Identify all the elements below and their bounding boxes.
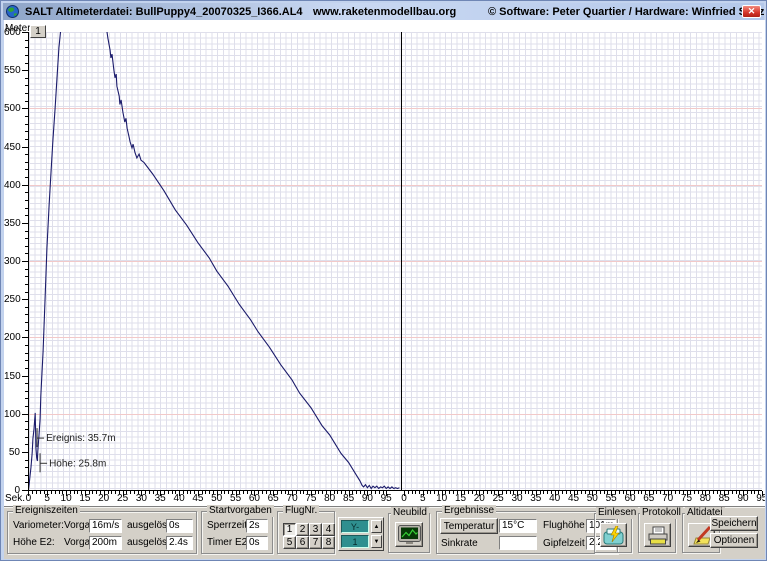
hoehe-e2-ausgeloest-field[interactable]: 2.4s — [166, 536, 193, 550]
flight-number-button-5[interactable]: 5 — [283, 536, 296, 549]
flight-number-buttons: 1234 5678 — [283, 523, 337, 549]
optionen-button-label: Optionen — [714, 535, 755, 546]
group-caption: Startvorgaben — [207, 505, 274, 517]
hoehe-e2-label: Höhe E2: — [13, 537, 55, 549]
yzoom-value: 1 — [341, 535, 369, 548]
temperatur-field[interactable]: 15°C — [499, 519, 537, 533]
app-globe-icon — [6, 5, 19, 18]
altitude-curve-svg: Ereignis: 35.7m Höhe: 25.8m — [4, 20, 765, 506]
arrow-down-icon: ▼ — [374, 539, 380, 545]
flight-number-button-2[interactable]: 2 — [296, 523, 309, 536]
gipfelzeit-label: Gipfelzeit — [543, 538, 585, 550]
group-ereigniszeiten: Ereigniszeiten Variometer: Vorgabe 16m/s… — [7, 511, 197, 554]
group-caption: FlugNr. — [283, 505, 319, 517]
sinkrate-label: Sinkrate — [441, 538, 478, 550]
yzoom-down-button[interactable]: ▼ — [371, 535, 382, 548]
speichern-button-label: Speichern — [711, 518, 756, 529]
flight-number-button-1[interactable]: 1 — [283, 523, 296, 536]
flight-number-button-3[interactable]: 3 — [309, 523, 322, 536]
app-window: SALT Altimeterdatei: BullPuppy4_20070325… — [0, 0, 767, 561]
ausgeloest-label: ausgelöst — [127, 537, 170, 549]
sperrzeit-field[interactable]: 2s — [246, 519, 268, 533]
group-einlesen: Einlesen — [594, 513, 632, 553]
group-caption: Einlesen — [596, 507, 638, 519]
ausgeloest-label: ausgelöst — [127, 520, 170, 532]
neubild-button[interactable] — [395, 522, 423, 547]
arrow-up-icon: ▲ — [374, 524, 380, 530]
timer-e2-field[interactable]: 0s — [246, 536, 268, 550]
group-caption: Ereigniszeiten — [13, 505, 80, 517]
group-neubild: Neubild — [388, 513, 430, 553]
group-startvorgaben: Startvorgaben Sperrzeit 2s Timer E2 0s — [201, 511, 273, 554]
altitude-curve — [28, 20, 399, 490]
temperatur-button-label: Temperatur — [444, 521, 495, 532]
group-caption: Protokoll — [640, 507, 683, 519]
control-panel: Ereigniszeiten Variometer: Vorgabe 16m/s… — [4, 506, 765, 559]
variometer-ausgeloest-field[interactable]: 0s — [166, 519, 193, 533]
optionen-button[interactable]: Optionen — [710, 533, 758, 548]
timer-e2-label: Timer E2 — [207, 537, 247, 549]
group-caption: Ergebnisse — [442, 505, 496, 517]
flight-number-button-6[interactable]: 6 — [296, 536, 309, 549]
printer-icon — [647, 526, 669, 545]
yzoom-label: Y-zoom — [341, 520, 369, 533]
flight-number-button-8[interactable]: 8 — [322, 536, 335, 549]
window-title: SALT Altimeterdatei: BullPuppy4_20070325… — [25, 6, 303, 18]
screen-redraw-icon — [398, 525, 421, 544]
flight-number-button-4[interactable]: 4 — [322, 523, 335, 536]
hoehe-e2-vorgabe-field[interactable]: 200m — [89, 536, 122, 550]
event-annotation-1: Höhe: 25.8m — [49, 458, 106, 469]
protokoll-button[interactable] — [644, 523, 671, 547]
sperrzeit-label: Sperrzeit — [207, 520, 247, 532]
flughoehe-label: Flughöhe — [543, 520, 585, 532]
group-ergebnisse: Ergebnisse Temperatur 15°C Flughöhe 101m… — [436, 511, 618, 554]
title-website: www.raketenmodellbau.org — [313, 6, 456, 18]
title-credits: © Software: Peter Quartier / Hardware: W… — [488, 6, 764, 18]
close-icon: ✕ — [748, 6, 756, 16]
event-annotation-0: Ereignis: 35.7m — [46, 433, 115, 444]
einlesen-button[interactable] — [600, 523, 627, 547]
altitude-chart: 0501001502002503003504004505005506000510… — [4, 20, 765, 506]
flight-number-button-7[interactable]: 7 — [309, 536, 322, 549]
close-button[interactable]: ✕ — [742, 5, 761, 18]
yzoom-control: Y-zoom ▲ 1 ▼ — [338, 517, 384, 551]
group-protokoll: Protokoll — [638, 513, 676, 553]
variometer-vorgabe-field[interactable]: 16m/s — [89, 519, 122, 533]
yzoom-up-button[interactable]: ▲ — [371, 520, 382, 533]
group-caption: Neubild — [391, 507, 429, 519]
read-device-icon — [603, 526, 625, 545]
title-bar: SALT Altimeterdatei: BullPuppy4_20070325… — [3, 3, 764, 20]
sinkrate-field[interactable] — [499, 536, 537, 550]
variometer-label: Variometer: — [13, 520, 64, 532]
temperatur-button[interactable]: Temperatur — [440, 518, 498, 534]
group-flugnr: FlugNr. 12345678 — [277, 511, 335, 554]
speichern-button[interactable]: Speichern — [710, 516, 758, 531]
